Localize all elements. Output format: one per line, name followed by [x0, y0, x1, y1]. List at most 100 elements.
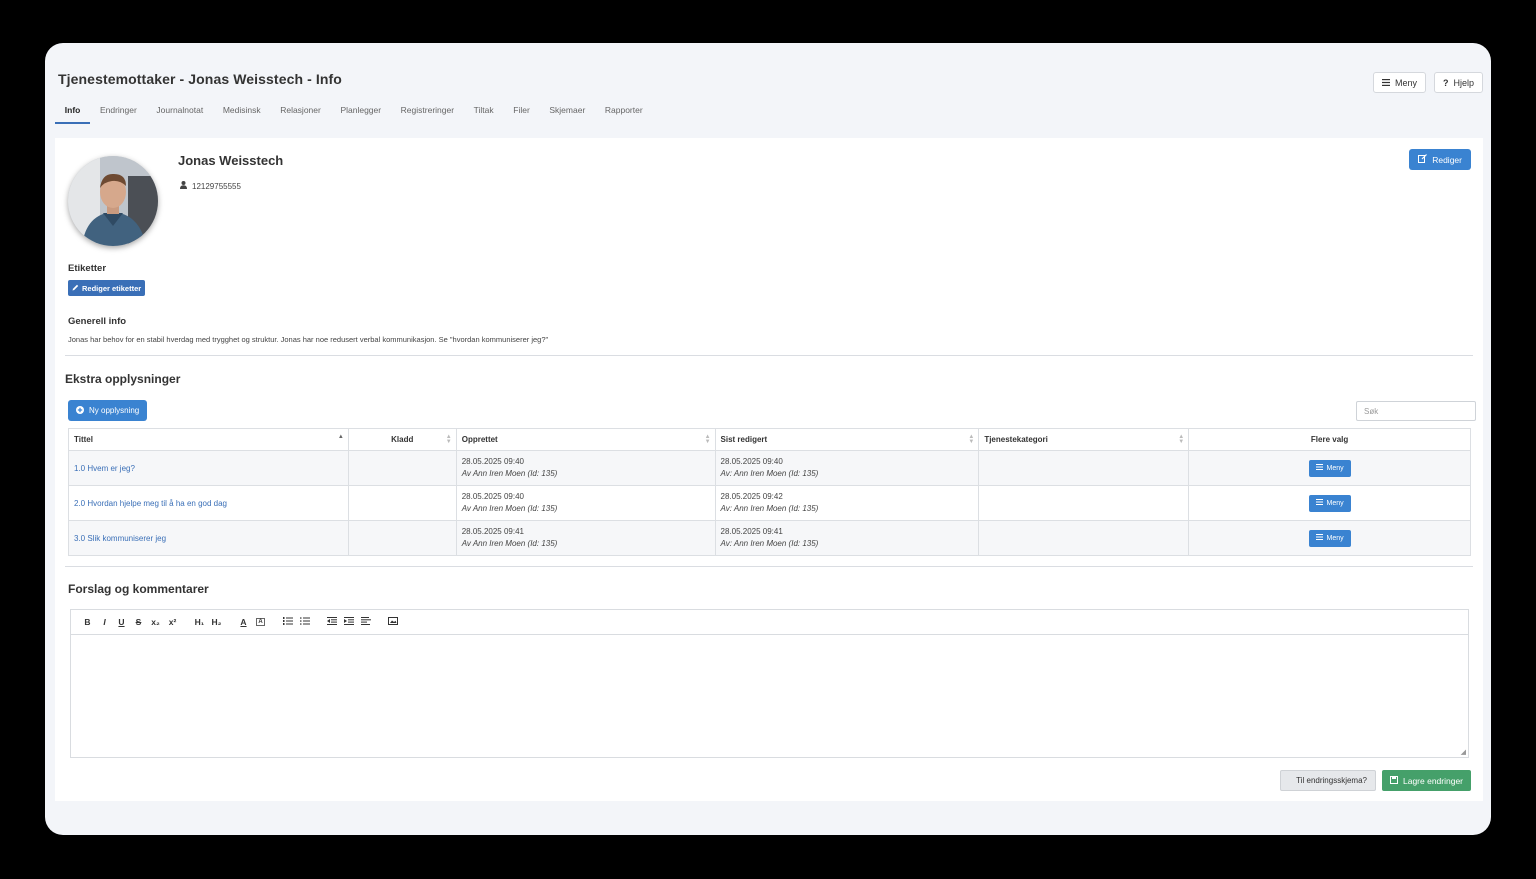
menu-button[interactable]: Meny	[1372, 72, 1426, 93]
general-info-title: Generell info	[68, 316, 127, 327]
hamburger-icon	[1315, 464, 1323, 472]
row-created: 28.05.2025 09:41 Av Ann Iren Moen (Id: 13…	[455, 520, 716, 556]
strikethrough-button[interactable]: S	[130, 617, 147, 627]
row-category	[978, 485, 1190, 521]
ordered-list-icon[interactable]	[279, 617, 296, 627]
tab-skjemaer[interactable]: Skjemaer	[540, 100, 596, 124]
superscript-button[interactable]: x²	[164, 617, 181, 627]
footer-actions: Til endringsskjema? Lagre endringer	[1280, 770, 1471, 791]
row-draft	[347, 485, 457, 521]
row-title-link[interactable]: 1.0 Hvem er jeg?	[74, 464, 135, 473]
help-button[interactable]: ? Hjelp	[1433, 72, 1483, 93]
edit-profile-button[interactable]: Rediger	[1409, 149, 1471, 170]
hamburger-icon	[1315, 534, 1323, 542]
heading2-button[interactable]: H₂	[208, 617, 225, 627]
bold-button[interactable]: B	[79, 617, 96, 627]
row-edited: 28.05.2025 09:40 Av: Ann Iren Moen (Id: 1…	[714, 450, 980, 486]
tab-registreringer[interactable]: Registreringer	[391, 100, 464, 124]
editor-toolbar: B I U S x₂ x² H₁ H₂ A A	[71, 610, 1468, 635]
row-created: 28.05.2025 09:40 Av Ann Iren Moen (Id: 13…	[455, 450, 716, 486]
row-menu-button[interactable]: Meny	[1308, 529, 1351, 547]
avatar	[68, 156, 158, 246]
row-created: 28.05.2025 09:40 Av Ann Iren Moen (Id: 13…	[455, 485, 716, 521]
column-header-category[interactable]: Tjenestekategori ▲ ▼	[978, 428, 1190, 451]
row-title-link[interactable]: 2.0 Hvordan hjelpe meg til å ha en god d…	[74, 499, 227, 508]
font-color-icon[interactable]: A	[235, 617, 252, 627]
edit-icon	[1418, 154, 1428, 165]
sort-icon: ▲ ▼	[704, 434, 711, 445]
table-header-row: Tittel ▲ Kladd ▲ ▼ Opprettet ▲ ▼ Sist rediger…	[68, 428, 1471, 451]
comment-editor: B I U S x₂ x² H₁ H₂ A A ◢	[70, 609, 1469, 758]
tab-medisinsk[interactable]: Medisinsk	[213, 100, 270, 124]
subscript-button[interactable]: x₂	[147, 617, 164, 627]
page-title: Tjenestemottaker - Jonas Weisstech - Inf…	[58, 71, 342, 87]
resize-handle-icon[interactable]: ◢	[1461, 748, 1466, 756]
tab-info[interactable]: Info	[55, 100, 91, 124]
table-row: 2.0 Hvordan hjelpe meg til å ha en god d…	[68, 485, 1471, 521]
save-icon	[1389, 775, 1398, 786]
hamburger-icon	[1381, 78, 1390, 88]
row-title-link[interactable]: 3.0 Slik kommuniserer jeg	[74, 534, 166, 543]
image-icon[interactable]	[384, 617, 401, 627]
device-frame: Tjenestemottaker - Jonas Weisstech - Inf…	[0, 0, 1536, 879]
top-actions: Meny ? Hjelp	[1372, 72, 1483, 93]
app-screen: Tjenestemottaker - Jonas Weisstech - Inf…	[45, 43, 1491, 835]
row-menu-button[interactable]: Meny	[1308, 459, 1351, 477]
column-header-created[interactable]: Opprettet ▲ ▼	[455, 428, 716, 451]
row-draft	[347, 450, 457, 486]
divider	[65, 566, 1473, 567]
search-input[interactable]	[1356, 401, 1476, 421]
main-card: Jonas Weisstech 12129755555 Rediger Etik…	[55, 138, 1483, 801]
row-category	[978, 450, 1190, 486]
column-header-draft[interactable]: Kladd ▲ ▼	[347, 428, 457, 451]
sort-icon: ▲ ▼	[1178, 434, 1185, 445]
column-header-title[interactable]: Tittel ▲	[68, 428, 349, 451]
tab-relasjoner[interactable]: Relasjoner	[270, 100, 330, 124]
row-category	[978, 520, 1190, 556]
divider	[65, 355, 1473, 356]
highlight-color-icon[interactable]: A	[256, 618, 265, 626]
person-id-number: 12129755555	[192, 181, 241, 191]
align-left-icon[interactable]	[357, 617, 374, 627]
help-button-label: Hjelp	[1453, 77, 1474, 88]
sort-asc-icon: ▲	[337, 434, 344, 440]
save-changes-button[interactable]: Lagre endringer	[1381, 770, 1471, 791]
plus-circle-icon	[76, 405, 84, 416]
tab-filer[interactable]: Filer	[503, 100, 539, 124]
person-name: Jonas Weisstech	[178, 153, 284, 168]
person-id: 12129755555	[180, 181, 241, 191]
edit-tags-button[interactable]: Rediger etiketter	[68, 280, 146, 296]
sort-icon: ▲ ▼	[445, 434, 452, 445]
column-header-edited[interactable]: Sist redigert ▲ ▼	[714, 428, 980, 451]
save-changes-label: Lagre endringer	[1402, 775, 1463, 786]
row-draft	[347, 520, 457, 556]
tab-bar: Info Endringer Journalnotat Medisinsk Re…	[55, 100, 652, 124]
row-edited: 28.05.2025 09:42 Av: Ann Iren Moen (Id: 1…	[714, 485, 980, 521]
pencil-icon	[72, 284, 79, 293]
question-icon: ?	[1442, 77, 1449, 88]
tab-rapporter[interactable]: Rapporter	[595, 100, 652, 124]
underline-button[interactable]: U	[113, 617, 130, 627]
tab-journalnotat[interactable]: Journalnotat	[147, 100, 213, 124]
tab-planlegger[interactable]: Planlegger	[331, 100, 391, 124]
extra-info-table: Tittel ▲ Kladd ▲ ▼ Opprettet ▲ ▼ Sist rediger…	[68, 428, 1471, 556]
change-form-button[interactable]: Til endringsskjema?	[1280, 770, 1376, 791]
editor-content[interactable]	[71, 635, 1468, 757]
italic-button[interactable]: I	[96, 617, 113, 627]
hamburger-icon	[1315, 499, 1323, 507]
user-icon	[180, 181, 187, 191]
heading1-button[interactable]: H₁	[191, 617, 208, 627]
tags-title: Etiketter	[68, 263, 107, 274]
new-info-button[interactable]: Ny opplysning	[68, 400, 148, 421]
sort-icon: ▲ ▼	[968, 434, 975, 445]
row-menu-button[interactable]: Meny	[1308, 494, 1351, 512]
indent-icon[interactable]	[340, 617, 357, 627]
comments-title: Forslag og kommentarer	[68, 582, 209, 596]
row-edited: 28.05.2025 09:41 Av: Ann Iren Moen (Id: 1…	[714, 520, 980, 556]
tab-tiltak[interactable]: Tiltak	[464, 100, 504, 124]
outdent-icon[interactable]	[323, 617, 340, 627]
tab-endringer[interactable]: Endringer	[90, 100, 146, 124]
edit-profile-label: Rediger	[1432, 154, 1462, 165]
unordered-list-icon[interactable]	[296, 617, 313, 627]
menu-button-label: Meny	[1394, 77, 1417, 88]
